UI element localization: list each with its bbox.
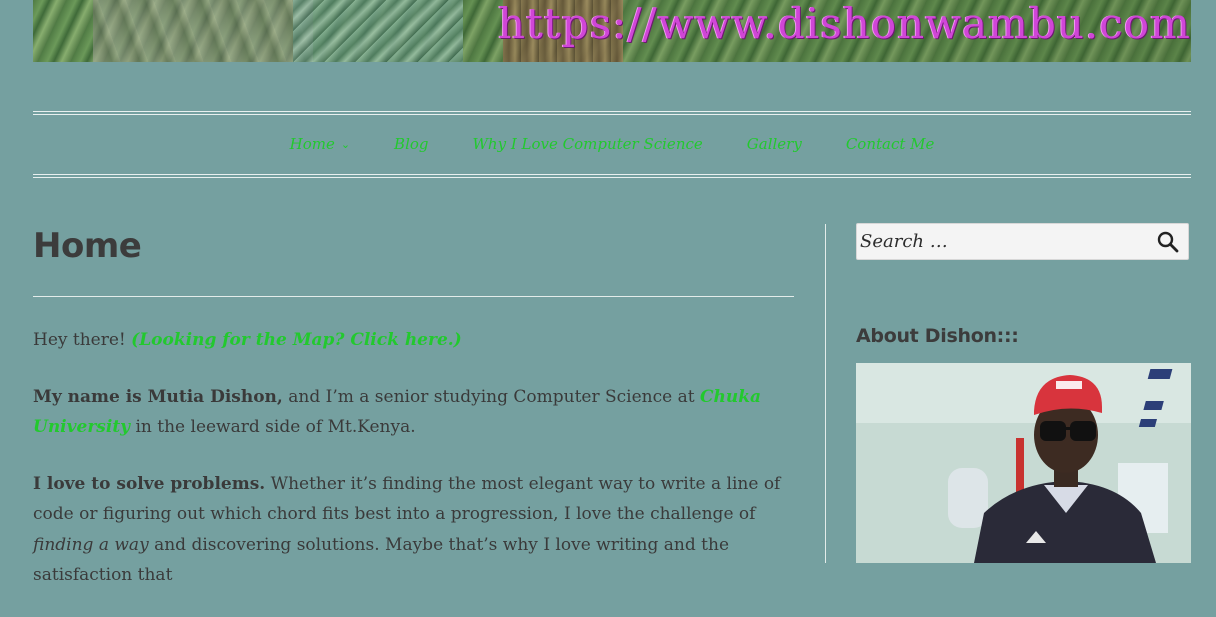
search-input[interactable]: [857, 224, 1150, 259]
map-link[interactable]: (Looking for the Map? Click here.): [131, 330, 462, 350]
about-text-1: and I’m a senior studying Computer Scien…: [282, 386, 700, 407]
intro-paragraph: Hey there! (Looking for the Map? Click h…: [33, 325, 794, 356]
profile-photo-illustration: [856, 363, 1191, 563]
profile-photo: [856, 363, 1191, 563]
about-paragraph: My name is Mutia Dishon, and I’m a senio…: [33, 382, 794, 443]
nav-item-gallery-label: Gallery: [746, 135, 802, 153]
nav-bottom-rule-outer: [33, 177, 1191, 178]
title-divider: [33, 296, 794, 297]
nav-item-home[interactable]: Home ⌄: [290, 135, 350, 153]
nav-bottom-rule-inner: [33, 174, 1191, 175]
nav-top-rule-outer: [33, 111, 1191, 112]
nav-item-contact-label: Contact Me: [845, 135, 935, 153]
nav-item-blog[interactable]: Blog: [394, 135, 428, 153]
banner-rocks: [93, 0, 313, 62]
nav-item-why-i-love-computer-science[interactable]: Why I Love Computer Science: [473, 135, 703, 153]
nav-item-why-label: Why I Love Computer Science: [472, 135, 703, 153]
banner-url-text: https://www.dishonwambu.com: [498, 0, 1191, 48]
sidebar-divider: [825, 224, 826, 563]
banner-plant: [293, 0, 463, 62]
main-navigation: Home ⌄ Blog Why I Love Computer Science …: [33, 114, 1191, 174]
search-icon: [1157, 231, 1179, 253]
nav-item-contact-me[interactable]: Contact Me: [846, 135, 935, 153]
nav-item-blog-label: Blog: [394, 135, 429, 153]
name-bold-text: My name is Mutia Dishon,: [33, 386, 283, 407]
search-button[interactable]: [1156, 230, 1180, 254]
problems-paragraph: I love to solve problems. Whether it’s f…: [33, 469, 794, 591]
problems-bold-text: I love to solve problems.: [33, 473, 266, 494]
page-content: Hey there! (Looking for the Map? Click h…: [33, 325, 794, 617]
about-text-2: in the leeward side of Mt.Kenya.: [130, 417, 416, 437]
chevron-down-icon: ⌄: [340, 137, 351, 151]
intro-text: Hey there!: [33, 330, 132, 350]
nav-item-gallery[interactable]: Gallery: [747, 135, 802, 153]
search-form: [856, 223, 1189, 260]
page-title: Home: [33, 226, 142, 266]
about-widget-title: About Dishon:::: [856, 325, 1019, 347]
header-banner-image: https://www.dishonwambu.com: [33, 0, 1191, 62]
problems-italic-text: finding a way: [33, 534, 149, 555]
nav-item-home-label: Home: [289, 135, 335, 153]
